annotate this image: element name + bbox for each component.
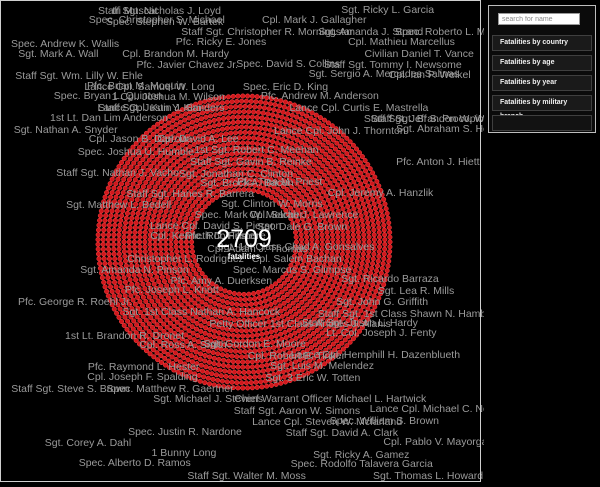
name-search-input[interactable]: [498, 13, 580, 25]
fatality-name[interactable]: Spec. Bryan L. Quinton: [54, 90, 163, 102]
fatalities-by-year-button[interactable]: Fatalities by year: [492, 75, 592, 91]
fatality-name[interactable]: Staff Sgt. Nathan J. Vacho: [56, 168, 179, 179]
fatality-name[interactable]: Civilian Daniel T. Vance: [365, 48, 474, 60]
fatality-name[interactable]: Cpl. Jeremy A. Hanzlik: [328, 188, 434, 199]
fatality-name[interactable]: Sgt. Brock A. Bacon: [200, 178, 293, 189]
fatality-name[interactable]: Staff Sgt. Gavin B. Reinke: [190, 156, 312, 168]
fatality-name[interactable]: Cpl. Mathieu Marcellus: [348, 36, 455, 48]
fatality-name[interactable]: Staff Sgt. David A. Clark: [286, 427, 398, 439]
fatality-name[interactable]: 1st Lt. Dan Lim Anderson: [50, 112, 168, 124]
fatality-name[interactable]: Sgt. Matthew L. Bedell: [66, 200, 171, 211]
fatality-name[interactable]: Pfc. Ricky E. Jones: [176, 36, 266, 48]
control-panel: Fatalities by country Fatalities by age …: [488, 5, 596, 133]
fatality-name[interactable]: Sgt. Ricardo Barraza: [341, 274, 438, 285]
fatality-name[interactable]: 1st Sgt. Robert C. Meehan: [194, 144, 318, 156]
fatality-name[interactable]: Pfc. Javier Chavez Jr.: [137, 60, 239, 71]
fatality-name[interactable]: Spec. Joshua U. Humble: [78, 147, 194, 158]
fatality-name[interactable]: Spec. Rodolfo Talavera Garcia: [291, 459, 433, 470]
fatality-count: 2709: [216, 225, 272, 253]
fatality-name[interactable]: Pfc. Anton J. Hiett: [396, 156, 479, 168]
fatality-name[interactable]: Cpl. Joseph F. Spalding: [87, 372, 197, 383]
fatality-name[interactable]: Spec. William S. Brown: [330, 416, 439, 427]
fatality-name[interactable]: Spec. Roberto L. Martinez Salazar: [395, 26, 484, 38]
fatality-name[interactable]: Staff Sgt. Walter M. Moss: [187, 470, 305, 482]
fatality-name[interactable]: Sgt. Nathan A. Snyder: [14, 124, 118, 136]
fatality-counter: 2709 fatalities: [214, 226, 274, 261]
fatality-name[interactable]: Pfc. Andrew M. Anderson: [261, 90, 379, 102]
fatality-name[interactable]: Sgt. John G. Griffith: [336, 296, 428, 308]
fatality-name[interactable]: Pfc. Joseph L. Knott: [125, 285, 219, 296]
fatality-name[interactable]: Staff Sgt. Steve S. Brown: [11, 383, 129, 395]
fatality-name[interactable]: Sgt. Clinton W. Morris: [221, 198, 323, 210]
fatality-name[interactable]: Spec. Justin R. Nardone: [128, 427, 242, 438]
fatality-name[interactable]: Lance Cpl. Michael C. Norris: [370, 404, 484, 415]
fatality-name[interactable]: Sgt. 3 Eric W. Totten: [265, 372, 360, 384]
fatality-name[interactable]: Staff Sgt. Nicholas J. Loyd: [98, 5, 221, 17]
fatality-name[interactable]: Cpl. Ian P. Weikel: [389, 70, 471, 81]
fatalities-by-country-button[interactable]: Fatalities by country: [492, 35, 592, 51]
fatality-name[interactable]: Staff Sgt. Brandon W. Whitehead: [371, 114, 484, 125]
fatality-name[interactable]: Sgt. Mark A. Wall: [18, 49, 98, 60]
fatality-name[interactable]: Sgt. 1st Class Nathan A. Hancock: [123, 306, 281, 318]
fatality-name[interactable]: Spec. Stephen W. Bartek: [106, 16, 223, 28]
fatalities-by-military-branch-button[interactable]: Fatalities by military branch: [492, 95, 592, 120]
fatality-name[interactable]: Spec. Marcus S. Glimpse: [233, 264, 351, 276]
fatality-name[interactable]: Sgt. Thomas L. Howard II: [373, 470, 484, 482]
extra-view-button[interactable]: [492, 115, 592, 131]
fatality-name[interactable]: Cpl. Mark J. Gallagher: [262, 14, 366, 26]
fatality-name[interactable]: Lance Cpl. John J. Thornton: [274, 125, 406, 137]
fatality-name[interactable]: Spec. Alberto D. Ramos: [79, 458, 191, 469]
fatality-name[interactable]: Sgt. Abraham S. Hemingway: [396, 123, 484, 135]
fatalities-by-age-button[interactable]: Fatalities by age: [492, 55, 592, 71]
fatality-name[interactable]: Sgt. Corey A. Dahl: [45, 437, 131, 449]
fatality-name[interactable]: Staff Sgt. Justin J. Sanders: [98, 102, 224, 114]
fatality-name[interactable]: Cpl. Sarah J. Lawrence: [249, 209, 358, 221]
fatality-count-label: fatalities: [227, 252, 261, 261]
fatality-name[interactable]: Lt. Col. Joseph J. Fenty: [326, 328, 436, 339]
fatality-name[interactable]: Pfc. George R. Roehl Jr.: [18, 297, 132, 308]
fatality-name[interactable]: Cpl. Pablo V. Mayorga: [383, 437, 484, 448]
fatality-name[interactable]: Sgt. Luis M. Melendez: [270, 360, 374, 372]
